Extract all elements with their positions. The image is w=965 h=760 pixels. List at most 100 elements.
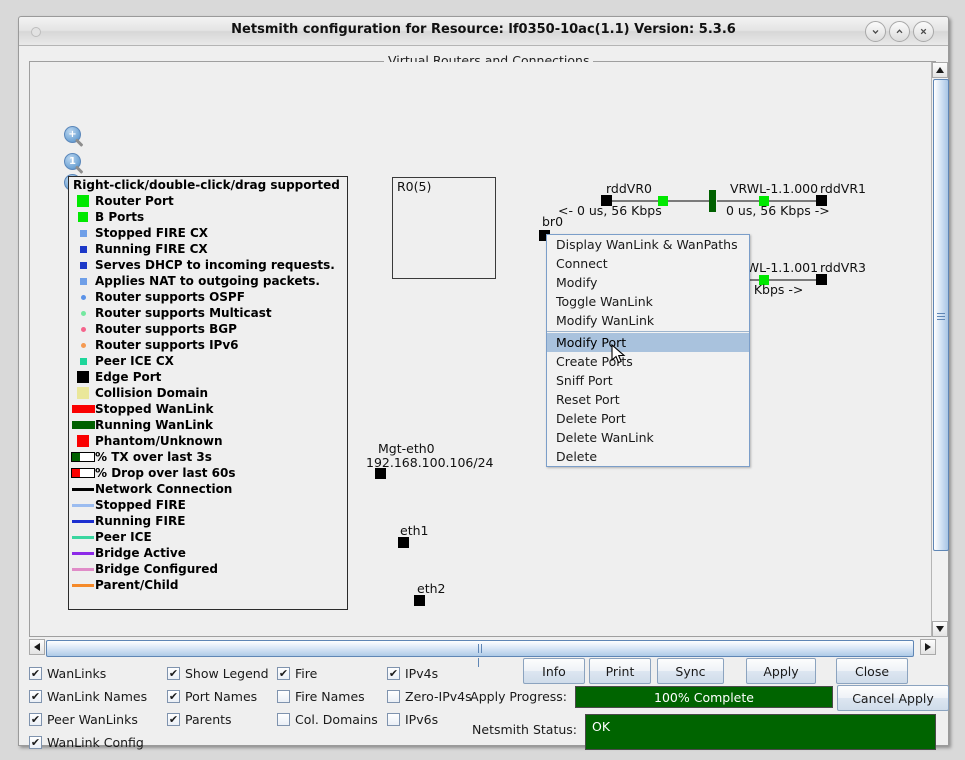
legend-row: Stopped FIRE CX (69, 225, 347, 241)
checkbox-icon[interactable]: ✔ (29, 690, 42, 703)
checkbox-icon[interactable]: ✔ (167, 667, 180, 680)
legend-row: Router supports OSPF (69, 289, 347, 305)
options-column-4: ✔ IPv4s Zero-IPv4s IPv6s (387, 662, 472, 731)
zoom-in-icon[interactable]: + (64, 126, 86, 148)
canvas-vertical-scrollbar[interactable] (931, 62, 949, 637)
scroll-right-button[interactable] (920, 639, 936, 655)
options-column-3: ✔ Fire Fire Names Col. Domains (277, 662, 378, 731)
info-button[interactable]: Info (523, 658, 585, 684)
context-menu-item[interactable]: Delete WanLink (547, 428, 749, 447)
legend-label: B Ports (95, 210, 145, 224)
legend-swatch-icon (71, 277, 95, 285)
legend-row: Bridge Configured (69, 561, 347, 577)
option-checkbox-row[interactable]: ✔ WanLink Names (29, 685, 147, 708)
context-menu-item[interactable]: Display WanLink & WanPaths (547, 235, 749, 254)
netsmith-status-box: OK (585, 714, 936, 750)
port-eth1[interactable] (398, 537, 409, 548)
vertical-scroll-thumb[interactable] (933, 79, 949, 551)
checkbox-icon[interactable]: ✔ (29, 667, 42, 680)
legend-swatch-icon (71, 435, 95, 447)
link1-wanlink-bar[interactable] (709, 190, 716, 212)
checkbox-icon[interactable] (277, 713, 290, 726)
context-menu-item[interactable]: Reset Port (547, 390, 749, 409)
option-label: IPv4s (405, 666, 439, 681)
cancel-apply-button[interactable]: Cancel Apply (837, 685, 949, 711)
zoom-reset-icon[interactable]: 1 (64, 153, 86, 175)
checkbox-icon[interactable] (387, 690, 400, 703)
link2-right-port[interactable] (816, 274, 827, 285)
context-menu-item[interactable]: Toggle WanLink (547, 292, 749, 311)
legend-label: Stopped FIRE (95, 498, 186, 512)
context-menu-item[interactable]: Delete (547, 447, 749, 466)
scroll-left-button[interactable] (29, 639, 45, 655)
option-checkbox-row[interactable]: Zero-IPv4s (387, 685, 472, 708)
link1-wanlink-name: VRWL-1.1.000 (730, 181, 819, 196)
legend-label: % TX over last 3s (95, 450, 212, 464)
scroll-grip-icon (937, 311, 945, 320)
checkbox-icon[interactable] (277, 690, 290, 703)
legend-row: Router supports Multicast (69, 305, 347, 321)
legend-swatch-icon (71, 487, 95, 491)
legend-label: Parent/Child (95, 578, 179, 592)
close-button-bottom[interactable]: Close (836, 658, 908, 684)
mouse-cursor-icon (611, 344, 626, 364)
option-checkbox-row[interactable]: ✔ Peer WanLinks (29, 708, 147, 731)
context-menu-item[interactable]: Sniff Port (547, 371, 749, 390)
checkbox-icon[interactable]: ✔ (387, 667, 400, 680)
minimize-button[interactable] (865, 21, 886, 42)
checkbox-icon[interactable]: ✔ (277, 667, 290, 680)
print-button[interactable]: Print (589, 658, 651, 684)
legend-swatch-icon (71, 452, 95, 462)
options-column-2: ✔ Show Legend ✔ Port Names ✔ Parents (167, 662, 269, 731)
context-menu-item[interactable]: Modify Port (547, 333, 749, 352)
scroll-up-button[interactable] (932, 62, 948, 78)
context-menu-item[interactable]: Modify (547, 273, 749, 292)
netsmith-status-label: Netsmith Status: (472, 722, 577, 737)
port-eth2[interactable] (414, 595, 425, 606)
canvas-horizontal-scrollbar[interactable] (29, 639, 936, 667)
chevron-down-icon (872, 29, 879, 34)
option-checkbox-row[interactable]: ✔ WanLink Config (29, 731, 147, 754)
option-checkbox-row[interactable]: ✔ Parents (167, 708, 269, 731)
horizontal-scroll-thumb[interactable] (46, 640, 914, 667)
maximize-button[interactable] (889, 21, 910, 42)
legend-row: % Drop over last 60s (69, 465, 347, 481)
option-checkbox-row[interactable]: ✔ Port Names (167, 685, 269, 708)
legend-row: Bridge Active (69, 545, 347, 561)
checkbox-icon[interactable]: ✔ (167, 713, 180, 726)
legend-row: Stopped FIRE (69, 497, 347, 513)
option-checkbox-row[interactable]: ✔ Fire (277, 662, 378, 685)
context-menu-item[interactable]: Create Ports (547, 352, 749, 371)
legend-row: Running FIRE (69, 513, 347, 529)
context-menu-item[interactable]: Delete Port (547, 409, 749, 428)
option-checkbox-row[interactable]: Col. Domains (277, 708, 378, 731)
option-checkbox-row[interactable]: ✔ IPv4s (387, 662, 472, 685)
option-checkbox-row[interactable]: Fire Names (277, 685, 378, 708)
context-menu-separator (547, 331, 749, 332)
sync-button[interactable]: Sync (657, 658, 724, 684)
triangle-down-icon (936, 626, 944, 632)
checkbox-icon[interactable]: ✔ (29, 736, 42, 749)
node-label-eth2: eth2 (417, 581, 446, 596)
legend-row: Running WanLink (69, 417, 347, 433)
close-button[interactable] (913, 21, 934, 42)
legend-swatch-icon (71, 212, 95, 222)
checkbox-icon[interactable]: ✔ (29, 713, 42, 726)
port-mgt-eth0[interactable] (375, 468, 386, 479)
apply-button[interactable]: Apply (746, 658, 816, 684)
port-context-menu[interactable]: Display WanLink & WanPaths Connect Modify T… (546, 234, 750, 467)
legend-row: Peer ICE (69, 529, 347, 545)
router-r0-box[interactable]: R0(5) (392, 177, 496, 279)
option-checkbox-row[interactable]: ✔ Show Legend (167, 662, 269, 685)
checkbox-icon[interactable]: ✔ (167, 690, 180, 703)
close-icon (920, 28, 927, 35)
legend-swatch-icon (71, 551, 95, 555)
scroll-down-button[interactable] (932, 621, 948, 637)
checkbox-icon[interactable] (387, 713, 400, 726)
option-checkbox-row[interactable]: ✔ WanLinks (29, 662, 147, 685)
context-menu-item[interactable]: Modify WanLink (547, 311, 749, 330)
netsmith-canvas[interactable]: + 1 − Right-click/double-click/drag supp… (30, 62, 916, 636)
option-label: Parents (185, 712, 232, 727)
legend-row: Applies NAT to outgoing packets. (69, 273, 347, 289)
context-menu-item[interactable]: Connect (547, 254, 749, 273)
